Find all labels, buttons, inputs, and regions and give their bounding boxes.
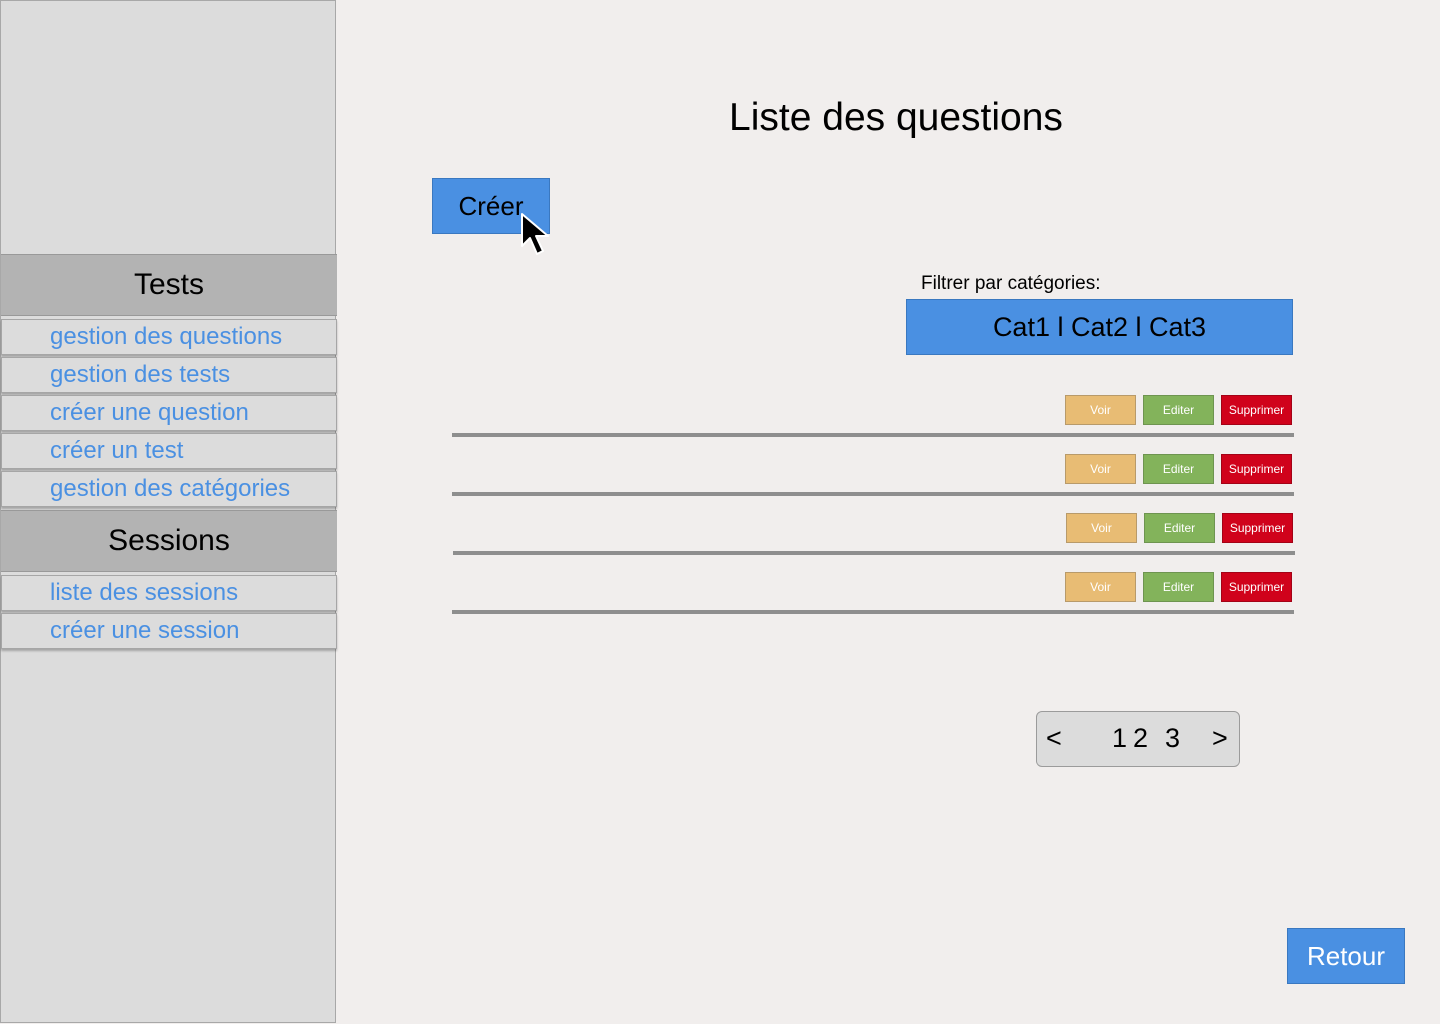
tests-section-header: Tests (1, 254, 337, 316)
sidebar-item-creer-test[interactable]: créer un test (1, 433, 337, 469)
pagination-prev-button[interactable]: < (1046, 723, 1062, 754)
row-divider (452, 610, 1294, 614)
pagination: < 1 2 3 > (1036, 711, 1240, 767)
pagination-page-2[interactable]: 2 (1133, 723, 1148, 754)
filter-label: Filtrer par catégories: (921, 273, 1101, 294)
view-button[interactable]: Voir (1065, 395, 1136, 425)
pagination-page-3[interactable]: 3 (1165, 723, 1180, 754)
pagination-next-button[interactable]: > (1212, 723, 1228, 754)
view-button[interactable]: Voir (1065, 454, 1136, 484)
pagination-page-1[interactable]: 1 (1112, 723, 1127, 754)
sidebar-item-gestion-questions[interactable]: gestion des questions (1, 319, 337, 355)
edit-button[interactable]: Editer (1144, 513, 1215, 543)
sidebar-item-gestion-tests[interactable]: gestion des tests (1, 357, 337, 393)
edit-button[interactable]: Editer (1143, 454, 1214, 484)
sidebar-item-creer-question[interactable]: créer une question (1, 395, 337, 431)
view-button[interactable]: Voir (1066, 513, 1137, 543)
sidebar-item-creer-session[interactable]: créer une session (1, 613, 337, 649)
delete-button[interactable]: Supprimer (1221, 454, 1292, 484)
mouse-pointer-icon (521, 213, 549, 255)
row-divider (452, 433, 1294, 437)
back-button[interactable]: Retour (1287, 928, 1405, 984)
sessions-section-header: Sessions (1, 510, 337, 572)
sidebar: Tests gestion des questions gestion des … (0, 0, 337, 1023)
page-title: Liste des questions (729, 96, 1063, 139)
sidebar-item-liste-sessions[interactable]: liste des sessions (1, 575, 337, 611)
delete-button[interactable]: Supprimer (1221, 395, 1292, 425)
view-button[interactable]: Voir (1065, 572, 1136, 602)
row-divider (452, 492, 1294, 496)
category-filter[interactable]: Cat1 l Cat2 l Cat3 (906, 299, 1293, 355)
row-divider (453, 551, 1295, 555)
edit-button[interactable]: Editer (1143, 395, 1214, 425)
sidebar-item-gestion-categories[interactable]: gestion des catégories (1, 471, 337, 507)
delete-button[interactable]: Supprimer (1221, 572, 1292, 602)
delete-button[interactable]: Supprimer (1222, 513, 1293, 543)
edit-button[interactable]: Editer (1143, 572, 1214, 602)
